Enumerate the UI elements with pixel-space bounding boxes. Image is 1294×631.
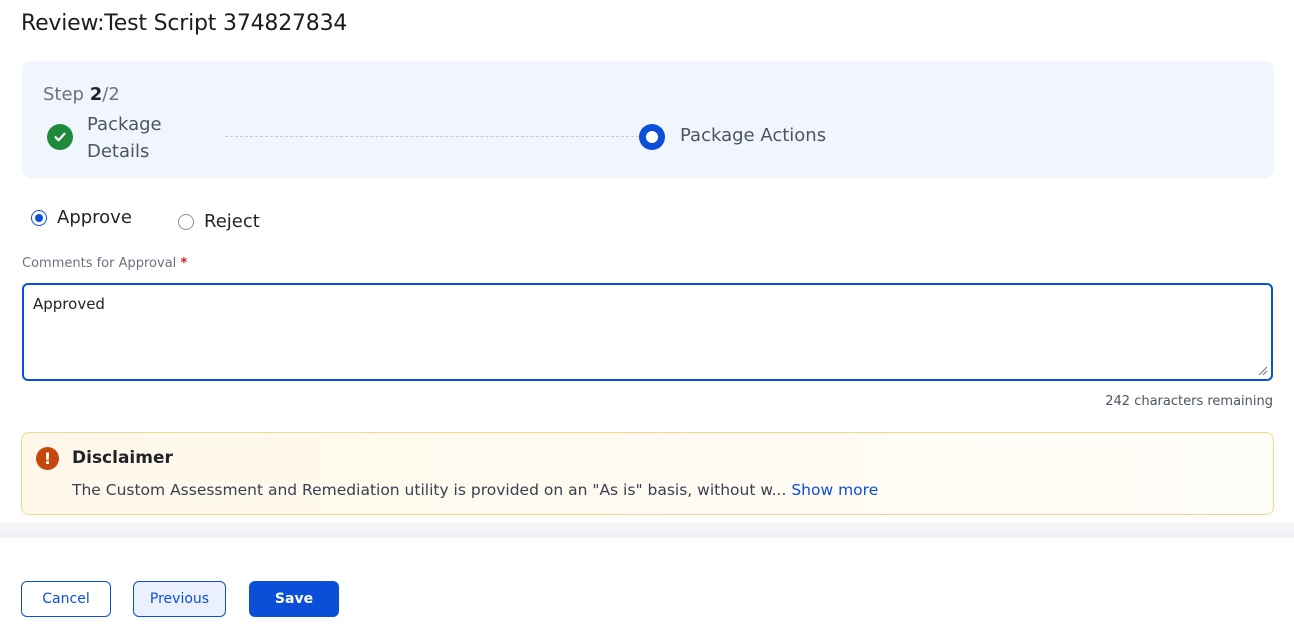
current-step-icon (639, 124, 665, 150)
show-more-link[interactable]: Show more (791, 481, 878, 499)
comments-label: Comments for Approval * (22, 256, 188, 271)
step-package-actions[interactable]: Package Actions (680, 125, 826, 146)
page-title: Review:Test Script 374827834 (21, 11, 348, 36)
stepper: Step 2/2 Package Details Package Actions (22, 61, 1274, 178)
disclaimer-title: Disclaimer (72, 448, 173, 468)
characters-remaining: 242 characters remaining (1105, 394, 1273, 409)
radio-unchecked-icon (178, 213, 194, 230)
disclaimer-banner: ! Disclaimer The Custom Assessment and R… (21, 432, 1274, 515)
cancel-button[interactable]: Cancel (21, 581, 111, 617)
required-asterisk: * (180, 256, 188, 271)
footer-divider (0, 522, 1294, 538)
exclamation-icon: ! (36, 447, 59, 470)
save-button[interactable]: Save (249, 581, 339, 617)
reject-label: Reject (204, 211, 260, 232)
resize-handle-icon[interactable] (1256, 364, 1268, 376)
approve-radio[interactable]: Approve (31, 207, 132, 228)
previous-button[interactable]: Previous (133, 581, 226, 617)
comments-value: Approved (33, 295, 105, 313)
approve-label: Approve (57, 207, 132, 228)
step-counter: Step 2/2 (43, 84, 120, 105)
radio-checked-icon (31, 209, 47, 226)
reject-radio[interactable]: Reject (178, 211, 260, 232)
comments-textarea[interactable]: Approved (22, 283, 1273, 381)
check-icon (47, 124, 73, 150)
step-package-details[interactable]: Package Details (87, 111, 197, 165)
disclaimer-text: The Custom Assessment and Remediation ut… (72, 481, 879, 499)
step-connector (225, 136, 639, 137)
